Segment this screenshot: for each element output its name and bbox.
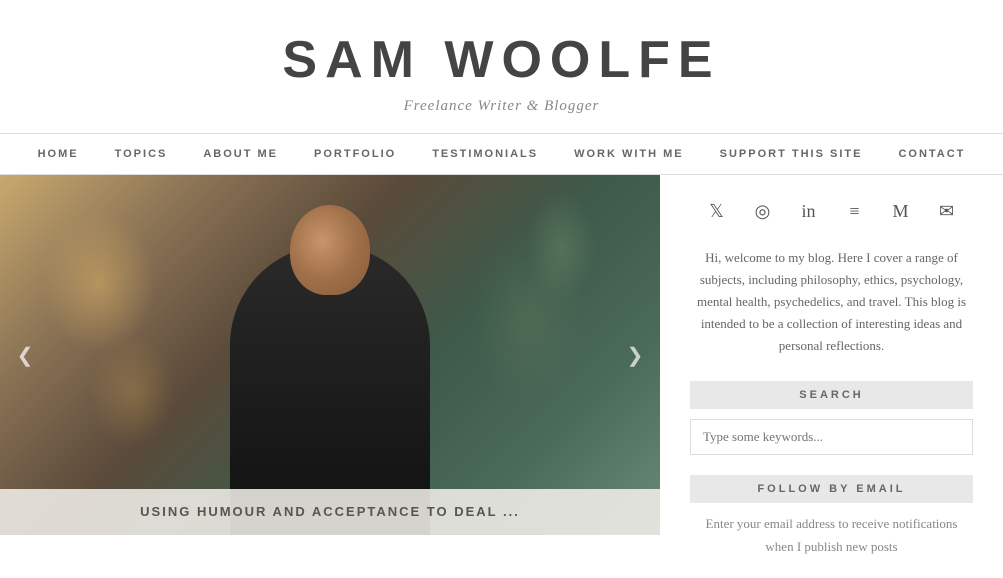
next-arrow[interactable]: ❯ bbox=[620, 335, 650, 375]
main-nav: HOMETOPICSABOUT MEPORTFOLIOTESTIMONIALSW… bbox=[0, 133, 1003, 175]
search-input[interactable] bbox=[690, 419, 973, 455]
prev-arrow[interactable]: ❮ bbox=[10, 335, 40, 375]
bio-text: Hi, welcome to my blog. Here I cover a r… bbox=[690, 247, 973, 357]
nav-item-support[interactable]: SUPPORT THIS SITE bbox=[702, 134, 881, 174]
nav-item-portfolio[interactable]: PORTFOLIO bbox=[296, 134, 414, 174]
nav-item-topics[interactable]: TOPICS bbox=[97, 134, 186, 174]
instagram-icon[interactable]: ◎ bbox=[747, 195, 779, 227]
site-tagline: Freelance Writer & Blogger bbox=[20, 98, 983, 115]
twitter-icon[interactable]: 𝕏 bbox=[701, 195, 733, 227]
nav-item-contact[interactable]: CONTACT bbox=[880, 134, 983, 174]
social-icons: 𝕏 ◎ in ≡ M ✉ bbox=[690, 195, 973, 227]
email-icon[interactable]: ✉ bbox=[931, 195, 963, 227]
nav-item-about-me[interactable]: ABOUT ME bbox=[185, 134, 296, 174]
post-title-overlay: USING HUMOUR AND ACCEPTANCE TO DEAL ... bbox=[0, 489, 660, 535]
linkedin-icon[interactable]: in bbox=[793, 195, 825, 227]
person-figure bbox=[190, 215, 470, 535]
search-widget-title: SEARCH bbox=[690, 381, 973, 409]
post-title[interactable]: USING HUMOUR AND ACCEPTANCE TO DEAL ... bbox=[140, 504, 520, 519]
hero-image: ❮ ❯ USING HUMOUR AND ACCEPTANCE TO DEAL … bbox=[0, 175, 660, 535]
nav-item-home[interactable]: HOME bbox=[20, 134, 97, 174]
follow-text: Enter your email address to receive noti… bbox=[690, 513, 973, 557]
medium-icon[interactable]: M bbox=[885, 195, 917, 227]
nav-item-testimonials[interactable]: TESTIMONIALS bbox=[414, 134, 556, 174]
rss-icon[interactable]: ≡ bbox=[839, 195, 871, 227]
blog-section: ❮ ❯ USING HUMOUR AND ACCEPTANCE TO DEAL … bbox=[0, 175, 660, 578]
follow-widget-title: FOLLOW BY EMAIL bbox=[690, 475, 973, 503]
site-title: SAM WOOLFE bbox=[20, 30, 983, 90]
nav-item-work-with-me[interactable]: WORK WITH ME bbox=[556, 134, 702, 174]
main-content: ❮ ❯ USING HUMOUR AND ACCEPTANCE TO DEAL … bbox=[0, 175, 1003, 578]
sidebar: 𝕏 ◎ in ≡ M ✉ Hi, welcome to my blog. Here I c… bbox=[660, 175, 1003, 578]
site-header: SAM WOOLFE Freelance Writer & Blogger bbox=[0, 0, 1003, 133]
